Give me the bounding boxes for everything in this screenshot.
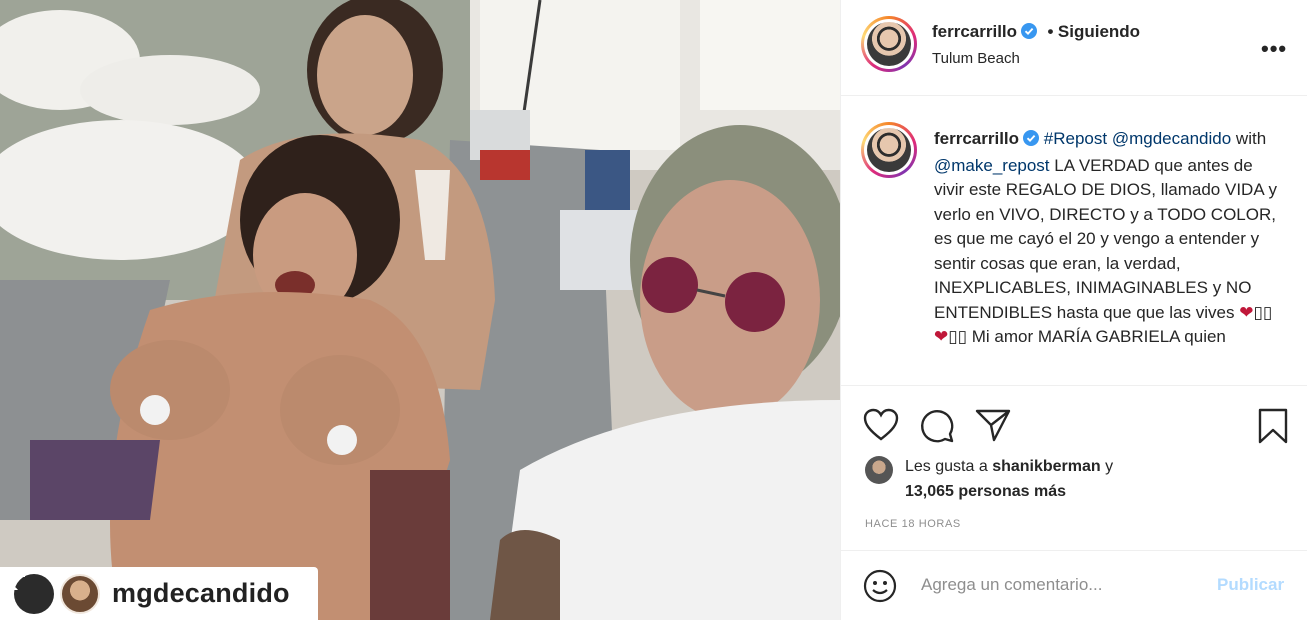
post-details-panel: ferrcarrillo • Siguiendo Tulum Beach •••… (840, 0, 1307, 620)
author-username[interactable]: ferrcarrillo (932, 22, 1017, 41)
post-location[interactable]: Tulum Beach (932, 50, 1020, 67)
post-header: ferrcarrillo • Siguiendo Tulum Beach ••• (841, 0, 1307, 96)
comment-bar: Agrega un comentario... Publicar (841, 550, 1307, 620)
liker-avatar[interactable] (865, 456, 893, 484)
profile-photo (867, 22, 911, 66)
comment-input[interactable]: Agrega un comentario... (921, 575, 1102, 595)
caption-author-avatar[interactable] (861, 122, 917, 178)
caption-hashtag[interactable]: #Repost (1044, 129, 1107, 148)
post-timestamp[interactable]: HACE 18 HORAS (865, 518, 961, 530)
repost-user-avatar (60, 573, 100, 614)
author-avatar[interactable] (861, 16, 917, 72)
caption-trail: Mi (971, 327, 990, 346)
smiley-icon[interactable] (863, 569, 897, 608)
caption-area: ferrcarrillo #Repost @mgdecandido with @… (841, 97, 1307, 385)
photo-illustration (0, 0, 840, 620)
heart-outline-icon[interactable] (863, 408, 899, 447)
likes-count[interactable]: 13,065 personas más (905, 483, 1066, 500)
liker-username[interactable]: shanikberman (992, 458, 1100, 475)
speech-bubble-icon[interactable] (919, 408, 955, 449)
heart-emoji-2: ❤ (934, 327, 949, 346)
follow-status-button[interactable]: Siguiendo (1058, 22, 1140, 41)
caption-text: ferrcarrillo #Repost @mgdecandido with @… (934, 127, 1284, 350)
caption-cut-line: amor MARÍA GABRIELA quien (994, 327, 1226, 346)
bookmark-icon[interactable] (1257, 408, 1289, 449)
more-options-icon[interactable]: ••• (1261, 36, 1287, 62)
repost-username: mgdecandido (112, 578, 290, 608)
caption-with: with (1235, 129, 1267, 148)
caption-verified-badge-icon (1023, 129, 1040, 154)
heart-emoji: ❤ (1239, 302, 1254, 322)
publish-button[interactable]: Publicar (1217, 575, 1284, 595)
caption-mention-source[interactable]: @mgdecandido (1112, 129, 1231, 148)
repost-attribution[interactable]: mgdecandido (0, 567, 318, 620)
separator-dot: • (1047, 22, 1054, 41)
paper-plane-icon[interactable] (975, 408, 1011, 447)
caption-username[interactable]: ferrcarrillo (934, 129, 1019, 148)
unsupported-emoji-boxes-2: ▯▯ (948, 327, 967, 346)
likes-prefix: Les gusta a (905, 458, 988, 475)
post-photo[interactable]: mgdecandido (0, 0, 840, 620)
likes-conjunction: y (1105, 458, 1114, 475)
caption-mention-app[interactable]: @make_repost (934, 156, 1050, 175)
verified-badge-icon (1021, 23, 1038, 44)
repost-app-logo-icon (2, 571, 54, 614)
caption-profile-photo (867, 128, 911, 172)
post-actions: Les gusta a shanikberman y 13,065 person… (841, 385, 1307, 545)
unsupported-emoji-boxes: ▯▯ (1253, 302, 1273, 322)
caption-body: LA VERDAD que antes de vivir este REGALO… (934, 155, 1277, 322)
